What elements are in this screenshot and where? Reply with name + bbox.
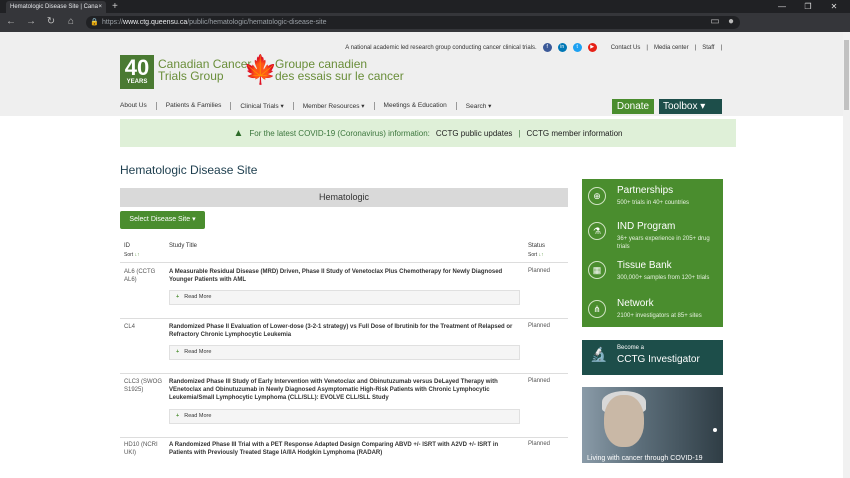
trial-status: Planned — [528, 268, 551, 274]
trial-status: Planned — [528, 441, 551, 447]
address-bar[interactable]: https://www.ctg.queensu.ca/public/hemato… — [86, 16, 740, 29]
alert-separator: | — [518, 128, 521, 138]
alert-text: For the latest COVID-19 (Coronavirus) in… — [249, 128, 430, 138]
tagline: A national academic led research group c… — [345, 44, 537, 51]
browser-titlebar — [0, 0, 850, 13]
main-nav: About Us Patients & Families Clinical Tr… — [120, 102, 500, 110]
reload-icon[interactable]: ↻ — [44, 15, 58, 29]
nav-patients-families[interactable]: Patients & Families — [157, 102, 232, 110]
member-info-link[interactable]: CCTG member information — [526, 129, 622, 138]
trial-id: CLC3 (SWOG S1925) — [124, 379, 163, 393]
sort-arrows-icon: ↓↑ — [134, 252, 140, 258]
network-icon: ⋔ — [588, 300, 606, 318]
tab-close-icon[interactable]: × — [98, 4, 102, 10]
trial-title: A Measurable Residual Disease (MRD) Driv… — [169, 269, 503, 283]
row-divider — [120, 318, 568, 319]
lock-icon[interactable]: 🔒 — [90, 16, 99, 29]
network-sub: 2100+ investigators at 85+ sites — [617, 313, 702, 319]
profile-icon[interactable]: ● — [724, 15, 738, 29]
select-disease-site-button[interactable]: Select Disease Site ▾ — [120, 211, 205, 229]
new-tab-button[interactable]: + — [112, 0, 118, 13]
covid-story-photo[interactable] — [582, 387, 723, 463]
sort-arrows-icon: ↓↑ — [538, 252, 544, 258]
partnerships-sub: 500+ trials in 40+ countries — [617, 200, 690, 206]
logo-french-name[interactable]: Groupe canadien des essais sur le cancer — [275, 58, 404, 82]
investigator-big-text[interactable]: CCTG Investigator — [617, 354, 700, 365]
section-header: Hematologic — [120, 188, 568, 207]
row-divider — [120, 373, 568, 374]
trial-status: Planned — [528, 323, 551, 329]
nav-search[interactable]: Search ▾ — [457, 102, 501, 110]
tab-title: Hematologic Disease Site | Cana — [10, 4, 98, 10]
forward-icon[interactable]: → — [24, 15, 38, 29]
trial-title: A Randomized Phase III Trial with a PET … — [169, 442, 499, 456]
flask-icon: ⚗ — [588, 222, 606, 240]
url-host: www.ctg.queensu.ca — [123, 19, 188, 26]
donate-button[interactable]: Donate — [612, 99, 654, 114]
sort-id[interactable]: Sort ↓↑ — [124, 252, 140, 258]
trial-title: Randomized Phase II Evaluation of Lower-… — [169, 324, 513, 338]
facebook-icon[interactable]: f — [542, 43, 552, 52]
nav-member-resources[interactable]: Member Resources ▾ — [294, 102, 375, 110]
scrollbar-thumb[interactable] — [844, 40, 849, 110]
warning-icon: ▲ — [233, 127, 244, 139]
investigator-small-text: Become a — [617, 345, 645, 351]
row-divider — [120, 262, 568, 263]
network-title[interactable]: Network — [617, 298, 654, 309]
trial-id: HD10 (NCRI UKI) — [124, 442, 158, 456]
youtube-icon[interactable]: ▶ — [587, 43, 597, 52]
url-scheme: https:// — [102, 19, 124, 26]
back-icon[interactable]: ← — [4, 15, 18, 29]
plus-icon: + — [176, 294, 180, 300]
staff-link[interactable]: Staff — [702, 45, 714, 51]
col-status: Status — [528, 243, 546, 249]
tissue-bank-title[interactable]: Tissue Bank — [617, 260, 672, 271]
maple-leaf-icon: 🍁 — [243, 54, 278, 85]
40-years-logo[interactable]: 40 YEARS — [120, 55, 154, 89]
trial-id: CL4 — [124, 324, 136, 330]
ind-program-sub: 36+ years experience in 205+ drug trials — [617, 236, 710, 250]
plus-icon: + — [176, 349, 180, 355]
partnerships-title[interactable]: Partnerships — [617, 185, 673, 196]
globe-icon: ⊕ — [588, 187, 606, 205]
trial-status: Planned — [528, 378, 551, 384]
col-id: ID — [124, 243, 130, 249]
row-divider — [120, 437, 568, 438]
public-updates-link[interactable]: CCTG public updates — [436, 129, 512, 138]
trial-id: AL6 (CCTG AL6) — [124, 269, 156, 283]
nav-meetings-education[interactable]: Meetings & Education — [375, 102, 457, 110]
read-more-button[interactable]: + Read More — [169, 409, 520, 424]
plus-icon: + — [176, 413, 180, 419]
maximize-button[interactable]: ❐ — [796, 0, 820, 13]
header-topline: A national academic led research group c… — [345, 43, 722, 52]
nav-about-us[interactable]: About Us — [120, 102, 157, 110]
carousel-dot[interactable] — [713, 428, 717, 432]
toolbox-button[interactable]: Toolbox ▾ — [659, 99, 722, 114]
url-path: /public/hematologic/hematologic-disease-… — [187, 19, 327, 26]
ind-program-title[interactable]: IND Program — [617, 221, 675, 232]
linkedin-icon[interactable]: in — [557, 43, 567, 52]
col-study-title: Study Title — [169, 243, 198, 249]
twitter-icon[interactable]: t — [572, 43, 582, 52]
browser-tab[interactable]: Hematologic Disease Site | Cana × — [6, 1, 106, 13]
sort-status[interactable]: Sort ↓↑ — [528, 252, 544, 258]
read-more-button[interactable]: + Read More — [169, 345, 520, 360]
nav-clinical-trials[interactable]: Clinical Trials ▾ — [231, 102, 294, 110]
read-more-button[interactable]: + Read More — [169, 290, 520, 305]
microscope-icon: 🔬 — [590, 346, 608, 362]
home-icon[interactable]: ⌂ — [64, 15, 78, 29]
cast-icon[interactable]: ▭ — [708, 15, 722, 29]
close-window-button[interactable]: ✕ — [822, 0, 846, 13]
logo-english-name[interactable]: Canadian Cancer Trials Group — [158, 58, 251, 82]
contact-us-link[interactable]: Contact Us — [611, 45, 641, 51]
page-title: Hematologic Disease Site — [120, 163, 258, 177]
minimize-button[interactable]: — — [770, 0, 794, 13]
sample-icon: ▦ — [588, 261, 606, 279]
photo-caption[interactable]: Living with cancer through COVID-19 — [587, 455, 703, 462]
media-center-link[interactable]: Media center — [654, 45, 689, 51]
covid-alert: ▲ For the latest COVID-19 (Coronavirus) … — [120, 119, 736, 147]
tissue-bank-sub: 300,000+ samples from 120+ trials — [617, 275, 710, 281]
trial-title: Randomized Phase III Study of Early Inte… — [169, 379, 498, 401]
